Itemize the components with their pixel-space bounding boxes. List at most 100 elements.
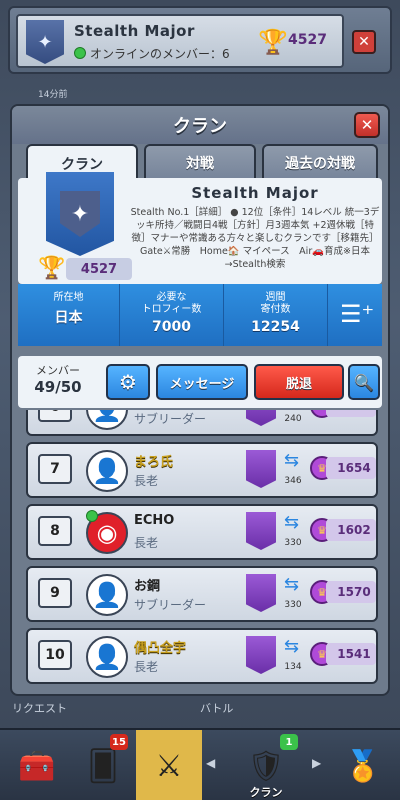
panel-title: クラン <box>173 116 227 137</box>
search-button[interactable]: 🔍 <box>348 364 380 400</box>
arena-icon <box>246 410 276 426</box>
top-clan-name: Stealth Major <box>74 22 195 40</box>
clan-description: Stealth No.1［詳細］ ● 12位［条件］14レベル 統一3デッキ所持… <box>130 207 380 270</box>
close-button[interactable]: ✕ <box>354 112 380 138</box>
clan-badge-small-icon: ✦ <box>26 20 64 64</box>
top-clan-bar: ✦ Stealth Major オンラインのメンバー：6 🏆 4527 ✕ <box>8 6 392 74</box>
member-donations: 134 <box>284 662 302 672</box>
avatar-icon: 👤 <box>86 450 128 492</box>
stat-required-trophies-label: 必要な トロフィー数 <box>141 292 202 315</box>
time-ago-label: 14分前 <box>38 90 68 100</box>
member-name: ECHO <box>134 513 175 528</box>
member-role: 長老 <box>134 474 159 488</box>
member-role: 長老 <box>134 536 159 550</box>
members-label: メンバー <box>36 364 80 377</box>
stat-weekly-donations-value: 12254 <box>251 319 300 335</box>
avatar-icon: 👤 <box>86 574 128 616</box>
member-role: サブリーダー <box>134 412 207 426</box>
clan-info-card: ✦ 🏆 4527 Stealth Major Stealth No.1［詳細］ … <box>18 172 382 284</box>
trophy-icon: 🏆 <box>258 28 288 56</box>
request-hint-label: リクエスト <box>12 702 67 715</box>
nav-clan-label: クラン <box>249 786 283 799</box>
stat-location: 所在地 日本 <box>18 284 120 346</box>
stat-required-trophies-value: 7000 <box>152 319 191 335</box>
nav-shop[interactable]: 🧰 <box>4 730 70 800</box>
member-name: まろ氏 <box>134 455 174 470</box>
crossed-swords-icon: ⚔ <box>155 748 183 784</box>
nav-cards[interactable]: 🂠 15 <box>70 730 136 800</box>
top-close-button[interactable]: ✕ <box>352 30 376 54</box>
nav-tournament[interactable]: 🏅 <box>330 730 396 800</box>
top-clan-trophies: 4527 <box>288 32 327 48</box>
avatar-icon: 👤 <box>86 410 128 430</box>
clan-name: Stealth Major <box>191 184 319 202</box>
settings-button[interactable]: ⚙ <box>106 364 150 400</box>
cards-icon: 🂠 <box>87 748 119 784</box>
nav-clan[interactable]: 🛡 1 クラン <box>226 730 306 800</box>
member-trophies: 1602 <box>326 519 376 541</box>
arena-icon <box>246 574 276 612</box>
member-list[interactable]: 6 👤 サブリーダー 240 ♛ 1720 7 👤 まろ氏 長老 ⇆ 346 ♛… <box>26 410 378 692</box>
leave-clan-button[interactable]: 脱退 <box>254 364 344 400</box>
battle-hint-label: バトル <box>200 702 234 715</box>
panel-title-bar: クラン ✕ <box>12 106 388 144</box>
stat-required-trophies: 必要な トロフィー数 7000 <box>120 284 224 346</box>
sort-menu-icon[interactable]: ☰⁺ <box>340 300 374 330</box>
clan-trophy-count: 4527 <box>66 258 132 280</box>
clan-badge-icon: ✦ <box>46 172 114 256</box>
gear-icon: ⚙ <box>119 370 137 394</box>
stat-location-label: 所在地 <box>53 292 84 303</box>
member-donations: 240 <box>284 414 302 424</box>
stat-location-value: 日本 <box>54 310 83 326</box>
member-trophies: 1720 <box>326 410 376 417</box>
clan-shield-icon: 🛡 <box>246 748 286 784</box>
member-donations: 346 <box>284 476 302 486</box>
member-trophies: 1570 <box>326 581 376 603</box>
top-clan-info[interactable]: ✦ Stealth Major オンラインのメンバー：6 🏆 4527 <box>16 14 344 68</box>
member-name: 偶凸全宇 <box>134 641 187 656</box>
clan-stats-strip: 所在地 日本 必要な トロフィー数 7000 週間 寄付数 12254 ☰⁺ <box>18 284 382 346</box>
member-rank: 6 <box>38 410 72 422</box>
member-trophies: 1541 <box>326 643 376 665</box>
stat-weekly-donations: 週間 寄付数 12254 <box>224 284 328 346</box>
member-name: お鋼 <box>134 579 161 594</box>
member-rank: 9 <box>38 578 72 608</box>
member-role: サブリーダー <box>134 598 207 612</box>
laurel-icon: 🏅 <box>344 748 382 784</box>
nav-battle[interactable]: ⚔ <box>136 730 202 800</box>
member-rank: 8 <box>38 516 72 546</box>
trophy-icon: 🏆 <box>38 256 66 281</box>
tab-war[interactable]: 対戦 <box>144 144 256 180</box>
tab-past-wars[interactable]: 過去の対戦 <box>262 144 378 180</box>
list-item[interactable]: 9 👤 お鋼 サブリーダー ⇆ 330 ♛ 1570 <box>26 566 378 622</box>
member-role: 長老 <box>134 660 159 674</box>
member-trophies: 1654 <box>326 457 376 479</box>
clan-badge: 1 <box>280 734 298 750</box>
list-item[interactable]: 10 👤 偶凸全宇 長老 ⇆ 134 ♛ 1541 <box>26 628 378 684</box>
nav-right-arrow-icon: ▶ <box>312 756 322 770</box>
stat-weekly-donations-label: 週間 寄付数 <box>260 292 291 315</box>
donate-arrow-icon: ⇆ <box>284 574 300 595</box>
member-donations: 330 <box>284 538 302 548</box>
bottom-nav: 🧰 🂠 15 ⚔ ◀ 🛡 1 クラン ▶ 🏅 <box>0 728 400 800</box>
online-status-icon <box>74 47 86 59</box>
donate-arrow-icon: ⇆ <box>284 636 300 657</box>
nav-left-arrow-icon: ◀ <box>206 756 216 770</box>
avatar-icon: 👤 <box>86 636 128 678</box>
list-item[interactable]: 6 👤 サブリーダー 240 ♛ 1720 <box>26 410 378 436</box>
shield-star-icon: ✦ <box>60 191 100 237</box>
arena-icon <box>246 512 276 550</box>
donate-arrow-icon: ⇆ <box>284 450 300 471</box>
clan-action-bar: メンバー 49/50 ⚙ メッセージ 脱退 🔍 <box>18 356 382 408</box>
list-item[interactable]: 7 👤 まろ氏 長老 ⇆ 346 ♛ 1654 <box>26 442 378 498</box>
online-members-label: オンラインのメンバー：6 <box>90 47 230 61</box>
message-button[interactable]: メッセージ <box>156 364 248 400</box>
member-donations: 330 <box>284 600 302 610</box>
arena-icon <box>246 636 276 674</box>
cards-badge: 15 <box>110 734 128 750</box>
clan-panel: クラン ✕ クラン 対戦 過去の対戦 ✦ 🏆 4527 Stealth Majo… <box>10 104 390 696</box>
donate-arrow-icon: ⇆ <box>284 512 300 533</box>
online-status-icon <box>86 510 98 522</box>
member-rank: 7 <box>38 454 72 484</box>
list-item[interactable]: 8 ◉ ECHO 長老 ⇆ 330 ♛ 1602 <box>26 504 378 560</box>
